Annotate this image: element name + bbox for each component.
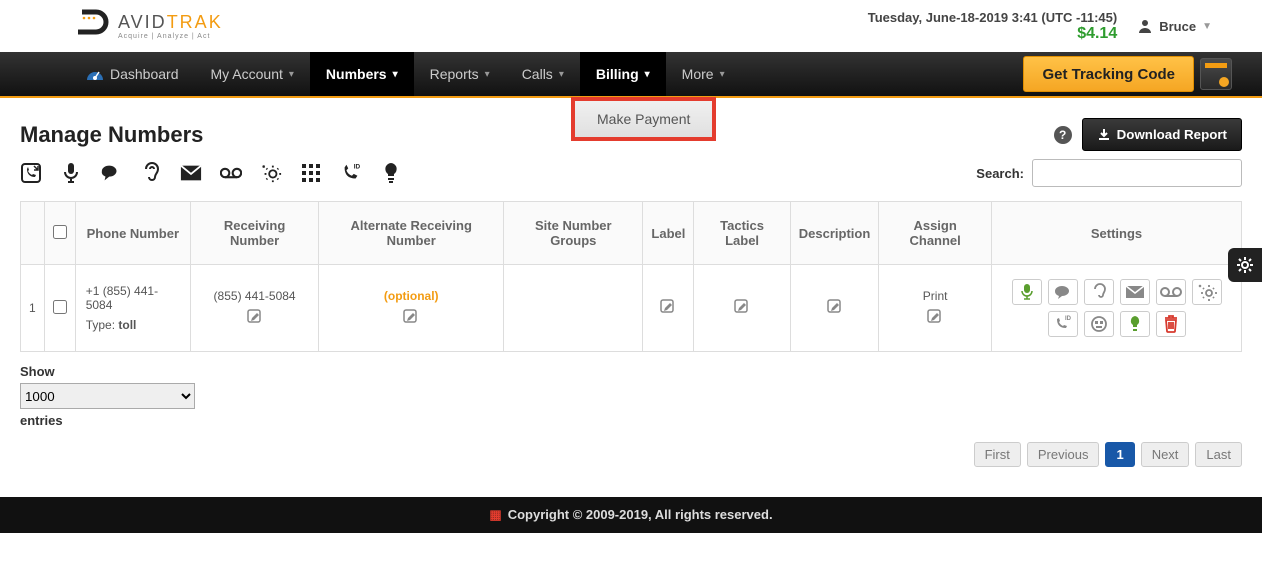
edit-icon[interactable] xyxy=(660,299,676,315)
numbers-table: Phone Number Receiving Number Alternate … xyxy=(20,201,1242,352)
nav-numbers[interactable]: Numbers▾ xyxy=(310,52,414,96)
brand-subtitle: Acquire | Analyze | Act xyxy=(118,33,223,40)
window-shortcut-icon[interactable] xyxy=(1200,58,1232,90)
get-tracking-code-button[interactable]: Get Tracking Code xyxy=(1023,56,1194,92)
lightbulb-icon[interactable] xyxy=(380,162,402,184)
caller-id-icon[interactable]: ID xyxy=(340,162,362,184)
user-name: Bruce xyxy=(1159,19,1196,34)
receiving-number: (855) 441-5084 xyxy=(199,289,310,303)
setting-microphone-icon[interactable] xyxy=(1012,279,1042,305)
setting-mail-icon[interactable] xyxy=(1120,279,1150,305)
caret-down-icon: ▾ xyxy=(559,69,564,80)
select-all-checkbox[interactable] xyxy=(53,225,67,239)
entries-label: entries xyxy=(20,413,1242,428)
edit-icon[interactable] xyxy=(927,309,943,325)
billing-submenu-make-payment[interactable]: Make Payment xyxy=(571,97,716,141)
help-icon[interactable]: ? xyxy=(1054,126,1072,144)
assign-channel-value: Print xyxy=(887,289,983,303)
dashboard-icon xyxy=(86,67,104,81)
user-icon xyxy=(1137,18,1153,34)
edit-icon[interactable] xyxy=(734,299,750,315)
setting-lightbulb-icon[interactable] xyxy=(1120,311,1150,337)
setting-chat-icon[interactable] xyxy=(1048,279,1078,305)
setting-caller-id-icon[interactable]: ID xyxy=(1048,311,1078,337)
svg-text:ID: ID xyxy=(354,163,361,170)
header-balance: $4.14 xyxy=(868,25,1118,43)
nav-reports[interactable]: Reports▾ xyxy=(414,52,506,96)
phone-type: toll xyxy=(118,318,136,332)
caret-down-icon: ▾ xyxy=(289,69,294,80)
alt-receiving: (optional) xyxy=(327,289,495,303)
col-settings: Settings xyxy=(992,202,1242,265)
brand-accent: TRAK xyxy=(167,12,223,32)
show-entries-select[interactable]: 1000 xyxy=(20,383,195,409)
col-receiving[interactable]: Receiving Number xyxy=(190,202,318,265)
download-icon xyxy=(1097,128,1111,142)
setting-ear-icon[interactable] xyxy=(1084,279,1114,305)
setting-robot-icon[interactable] xyxy=(1084,311,1114,337)
settings-float-button[interactable] xyxy=(1228,248,1262,282)
col-assign-channel[interactable]: Assign Channel xyxy=(879,202,992,265)
row-index: 1 xyxy=(21,265,45,352)
search-input[interactable] xyxy=(1032,159,1242,187)
page-title: Manage Numbers xyxy=(20,122,203,148)
microphone-icon[interactable] xyxy=(60,162,82,184)
col-tactics[interactable]: Tactics Label xyxy=(694,202,790,265)
header-datetime: Tuesday, June-18-2019 3:41 (UTC -11:45) xyxy=(868,10,1118,25)
setting-delete-icon[interactable] xyxy=(1156,311,1186,337)
col-label[interactable]: Label xyxy=(643,202,694,265)
setting-voicemail-icon[interactable] xyxy=(1156,279,1186,305)
gear-icon xyxy=(1235,255,1255,275)
download-report-button[interactable]: Download Report xyxy=(1082,118,1242,151)
nav-my-account[interactable]: My Account▾ xyxy=(195,52,310,96)
edit-icon[interactable] xyxy=(403,309,419,325)
page-footer: ▦Copyright © 2009-2019, All rights reser… xyxy=(0,497,1262,533)
caret-down-icon: ▾ xyxy=(393,69,398,80)
call-out-icon[interactable] xyxy=(20,162,42,184)
pager-last[interactable]: Last xyxy=(1195,442,1242,467)
caret-down-icon: ▼ xyxy=(1202,21,1212,32)
col-site-groups[interactable]: Site Number Groups xyxy=(504,202,643,265)
nav-billing[interactable]: Billing▾ xyxy=(580,52,666,96)
col-phone[interactable]: Phone Number xyxy=(75,202,190,265)
caret-down-icon: ▾ xyxy=(720,69,725,80)
caret-down-icon: ▾ xyxy=(645,69,650,80)
row-checkbox[interactable] xyxy=(53,300,67,314)
search-label: Search: xyxy=(976,166,1024,181)
nav-dashboard[interactable]: Dashboard xyxy=(70,52,195,96)
phone-number: +1 (855) 441-5084 xyxy=(86,284,182,312)
brand-logo[interactable]: AVIDTRAK Acquire | Analyze | Act xyxy=(70,8,223,44)
svg-text:ID: ID xyxy=(1065,316,1072,322)
edit-icon[interactable] xyxy=(827,299,843,315)
nav-calls[interactable]: Calls▾ xyxy=(506,52,580,96)
chat-icon[interactable] xyxy=(100,162,122,184)
edit-icon[interactable] xyxy=(247,309,263,325)
col-alt-receiving[interactable]: Alternate Receiving Number xyxy=(319,202,504,265)
user-menu[interactable]: Bruce ▼ xyxy=(1137,18,1212,34)
pager-next[interactable]: Next xyxy=(1141,442,1190,467)
pager-first[interactable]: First xyxy=(974,442,1021,467)
setting-gear-sparkle-icon[interactable] xyxy=(1192,279,1222,305)
brand-main: AVID xyxy=(118,12,167,32)
voicemail-icon[interactable] xyxy=(220,162,242,184)
gear-sparkle-icon[interactable] xyxy=(260,162,282,184)
col-description[interactable]: Description xyxy=(790,202,879,265)
dialpad-icon[interactable] xyxy=(300,162,322,184)
table-row: 1 +1 (855) 441-5084 Type: toll (855) 441… xyxy=(21,265,1242,352)
footer-grid-icon: ▦ xyxy=(489,507,501,522)
caret-down-icon: ▾ xyxy=(485,69,490,80)
pager-page-1[interactable]: 1 xyxy=(1105,442,1134,467)
mail-icon[interactable] xyxy=(180,162,202,184)
logo-mark-icon xyxy=(70,8,112,44)
show-label: Show xyxy=(20,364,1242,379)
pager-previous[interactable]: Previous xyxy=(1027,442,1100,467)
nav-more[interactable]: More▾ xyxy=(666,52,741,96)
ear-icon[interactable] xyxy=(140,162,162,184)
